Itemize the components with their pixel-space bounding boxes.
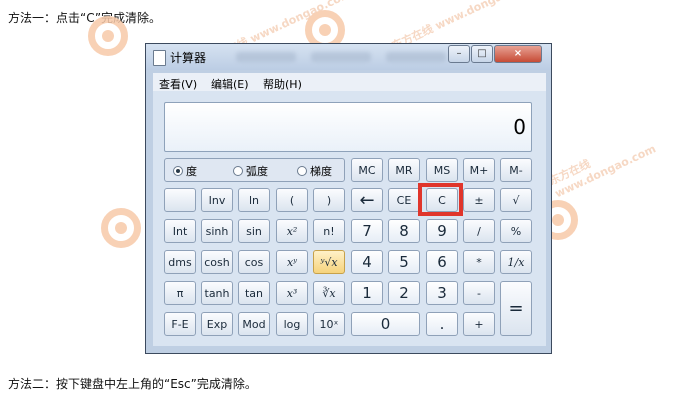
calculator-window: 计算器 – □ × 查看(V) 编辑(E) 帮助(H) 0 度 弧度 梯度 MC… <box>145 43 552 354</box>
radio-selected-icon <box>173 166 183 176</box>
digit-8-button[interactable]: 8 <box>388 219 420 243</box>
digit-9-button[interactable]: 9 <box>426 219 458 243</box>
calculator-app-icon <box>153 50 166 66</box>
menu-help[interactable]: 帮助(H) <box>263 76 302 92</box>
blurred-background <box>386 52 446 62</box>
close-paren-button[interactable]: ) <box>313 188 345 212</box>
radio-label: 梯度 <box>310 165 332 178</box>
mr-button[interactable]: MR <box>388 158 420 182</box>
angle-mode-group: 度 弧度 梯度 <box>164 158 345 182</box>
cosh-button[interactable]: cosh <box>201 250 233 274</box>
divide-button[interactable]: / <box>463 219 495 243</box>
f-e-button[interactable]: F-E <box>164 312 196 336</box>
highlight-box <box>418 183 463 216</box>
pi-button[interactable]: π <box>164 281 196 305</box>
decimal-button[interactable]: . <box>426 312 458 336</box>
radio-degrees[interactable]: 度 <box>173 163 197 179</box>
yth-root-button[interactable]: ʸ√x <box>313 250 345 274</box>
title-bar[interactable]: 计算器 – □ × <box>146 44 551 70</box>
reciprocal-button[interactable]: 1/x <box>500 250 532 274</box>
backspace-button[interactable]: ← <box>351 188 383 212</box>
watermark-text: 东方在线 www.dongao.com <box>546 142 658 201</box>
radio-radians[interactable]: 弧度 <box>233 163 268 179</box>
x-cubed-button[interactable]: x³ <box>276 281 308 305</box>
mod-button[interactable]: Mod <box>238 312 270 336</box>
x-squared-button[interactable]: x² <box>276 219 308 243</box>
watermark-logo-icon <box>88 16 128 56</box>
inv-button[interactable]: Inv <box>201 188 233 212</box>
watermark-logo-icon <box>101 208 141 248</box>
blurred-background <box>236 52 296 62</box>
close-button[interactable]: × <box>494 45 542 63</box>
digit-7-button[interactable]: 7 <box>351 219 383 243</box>
digit-6-button[interactable]: 6 <box>426 250 458 274</box>
digit-2-button[interactable]: 2 <box>388 281 420 305</box>
ten-power-x-button[interactable]: 10ˣ <box>313 312 345 336</box>
ms-button[interactable]: MS <box>426 158 458 182</box>
cube-root-button[interactable]: ∛x <box>313 281 345 305</box>
radio-grads[interactable]: 梯度 <box>297 163 332 179</box>
equals-button[interactable]: = <box>500 281 532 336</box>
menu-bar: 查看(V) 编辑(E) 帮助(H) <box>153 73 546 91</box>
m-minus-button[interactable]: M- <box>500 158 532 182</box>
plus-minus-button[interactable]: ± <box>463 188 495 212</box>
m-plus-button[interactable]: M+ <box>463 158 495 182</box>
menu-edit[interactable]: 编辑(E) <box>211 76 249 92</box>
minimize-button[interactable]: – <box>448 45 470 63</box>
tanh-button[interactable]: tanh <box>201 281 233 305</box>
dms-button[interactable]: dms <box>164 250 196 274</box>
percent-button[interactable]: % <box>500 219 532 243</box>
menu-view[interactable]: 查看(V) <box>159 76 197 92</box>
blank-button[interactable] <box>164 188 196 212</box>
sqrt-button[interactable]: √ <box>500 188 532 212</box>
radio-label: 度 <box>186 165 197 178</box>
digit-3-button[interactable]: 3 <box>426 281 458 305</box>
digit-1-button[interactable]: 1 <box>351 281 383 305</box>
subtract-button[interactable]: - <box>463 281 495 305</box>
digit-4-button[interactable]: 4 <box>351 250 383 274</box>
instruction-line-2: 方法二：按下键盘中左上角的“Esc”完成清除。 <box>8 377 257 391</box>
digit-5-button[interactable]: 5 <box>388 250 420 274</box>
sin-button[interactable]: sin <box>238 219 270 243</box>
digit-0-button[interactable]: 0 <box>351 312 420 336</box>
int-button[interactable]: Int <box>164 219 196 243</box>
sinh-button[interactable]: sinh <box>201 219 233 243</box>
ce-button[interactable]: CE <box>388 188 420 212</box>
log-button[interactable]: log <box>276 312 308 336</box>
display-value: 0 <box>513 115 526 139</box>
display: 0 <box>164 102 532 152</box>
radio-label: 弧度 <box>246 165 268 178</box>
radio-unselected-icon <box>233 166 243 176</box>
instruction-line-1: 方法一：点击“C”完成清除。 <box>8 11 162 25</box>
ln-button[interactable]: ln <box>238 188 270 212</box>
radio-unselected-icon <box>297 166 307 176</box>
window-title: 计算器 <box>170 51 207 65</box>
cos-button[interactable]: cos <box>238 250 270 274</box>
tan-button[interactable]: tan <box>238 281 270 305</box>
maximize-button[interactable]: □ <box>471 45 493 63</box>
multiply-button[interactable]: * <box>463 250 495 274</box>
open-paren-button[interactable]: ( <box>276 188 308 212</box>
blurred-background <box>311 52 371 62</box>
factorial-button[interactable]: n! <box>313 219 345 243</box>
add-button[interactable]: + <box>463 312 495 336</box>
exp-button[interactable]: Exp <box>201 312 233 336</box>
x-power-y-button[interactable]: xʸ <box>276 250 308 274</box>
mc-button[interactable]: MC <box>351 158 383 182</box>
